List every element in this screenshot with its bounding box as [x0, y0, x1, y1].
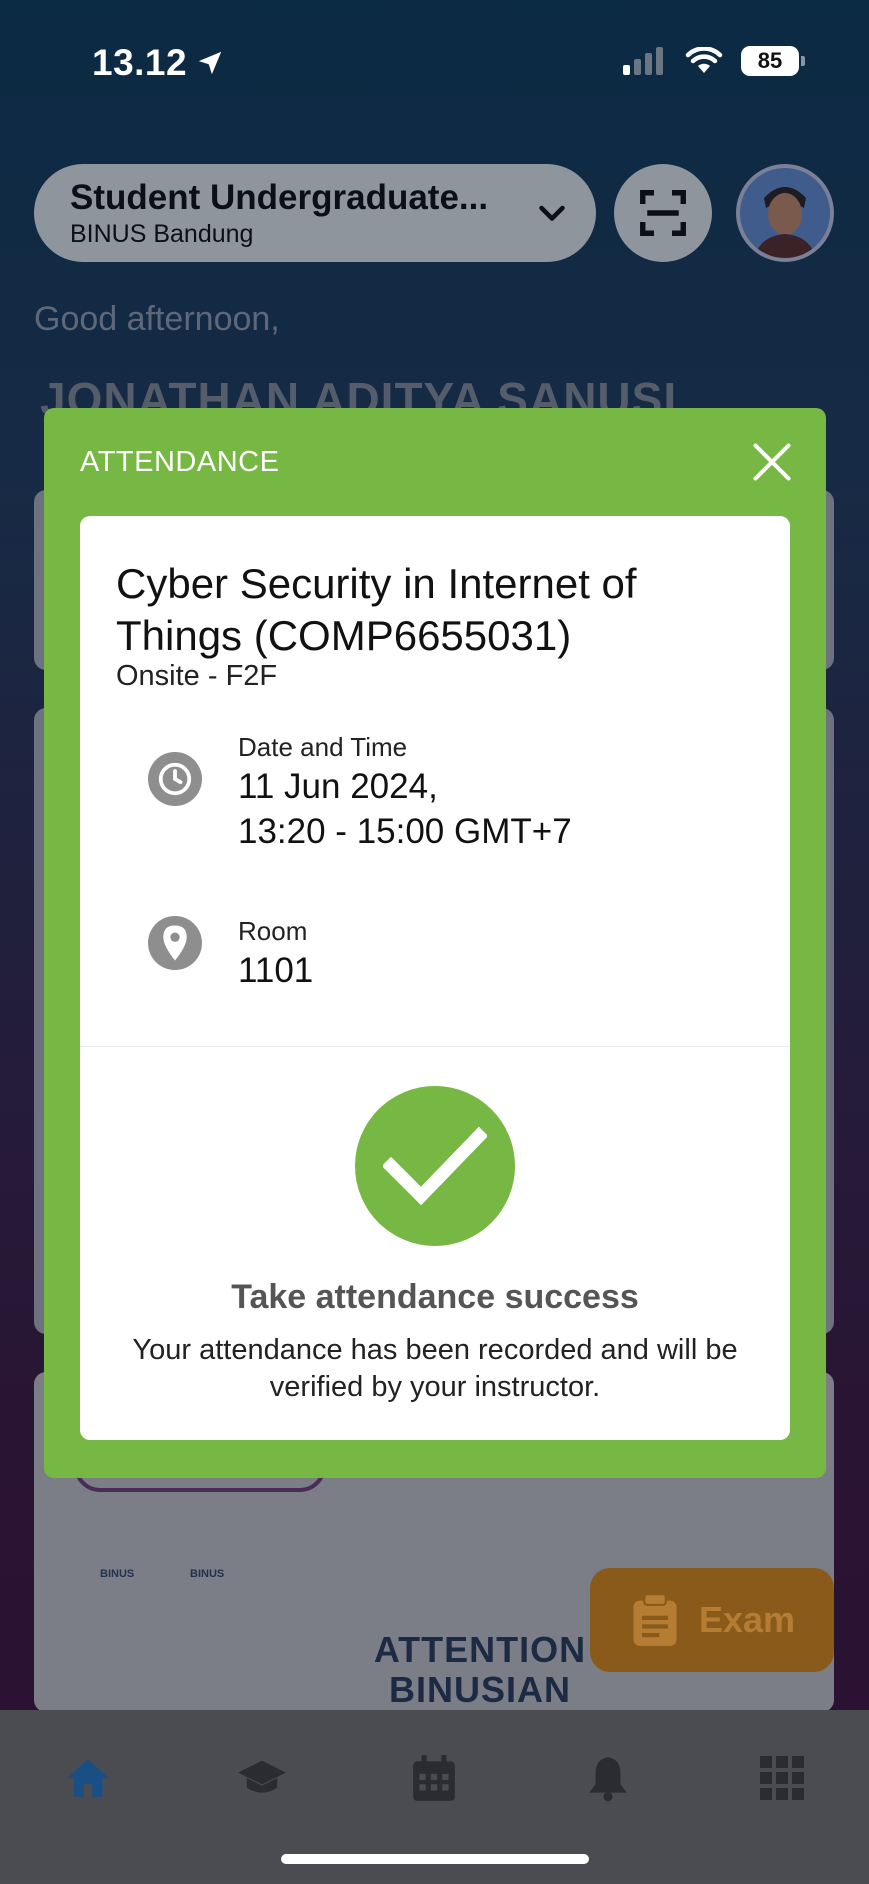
location-arrow-icon	[198, 51, 222, 75]
close-icon[interactable]	[750, 440, 794, 484]
graduation-cap-icon	[238, 1760, 286, 1793]
battery-indicator: 85	[741, 46, 805, 76]
home-icon	[67, 1759, 109, 1797]
datetime-date: 11 Jun 2024,	[238, 767, 438, 806]
map-pin-icon	[148, 916, 202, 970]
datetime-row: Date and Time 11 Jun 2024, 13:20 - 15:00…	[148, 732, 572, 853]
divider	[80, 1046, 790, 1047]
wifi-icon	[685, 47, 723, 73]
status-time: 13.12	[92, 42, 225, 84]
scan-icon	[640, 190, 686, 236]
profile-subtitle: BINUS Bandung	[70, 220, 254, 248]
exam-button[interactable]: Exam	[590, 1568, 834, 1672]
profile-title: Student Undergraduate...	[70, 178, 489, 217]
course-title: Cyber Security in Internet of Things (CO…	[116, 560, 637, 659]
success-check-icon	[355, 1086, 515, 1246]
logo-text: BINUS	[190, 1568, 225, 1580]
home-indicator[interactable]	[281, 1854, 589, 1864]
tab-home[interactable]	[58, 1748, 118, 1808]
grid-icon	[760, 1756, 804, 1800]
modal-content: Cyber Security in Internet of Things (CO…	[80, 516, 790, 1440]
logo-text: BINUS	[100, 1568, 135, 1580]
calendar-icon	[413, 1755, 455, 1801]
binus-library-logo: BINUS	[190, 1568, 224, 1580]
avatar[interactable]	[736, 164, 834, 262]
attendance-modal: ATTENDANCE Cyber Security in Internet of…	[44, 408, 826, 1478]
success-message: Your attendance has been recorded and wi…	[132, 1334, 738, 1404]
modal-title: ATTENDANCE	[80, 446, 280, 478]
tab-menu[interactable]	[752, 1748, 812, 1808]
clock-icon	[148, 752, 202, 806]
datetime-label: Date and Time	[238, 732, 408, 762]
course-mode: Onsite - F2F	[116, 660, 278, 692]
status-time-text: 13.12	[92, 42, 188, 83]
room-value: 1101	[238, 951, 314, 990]
cellular-signal-icon	[623, 47, 663, 75]
tab-notifications[interactable]	[578, 1748, 638, 1808]
bell-icon	[589, 1757, 627, 1802]
binus-logo: BINUS	[100, 1568, 134, 1580]
clipboard-icon	[633, 1593, 677, 1646]
greeting-text: Good afternoon,	[34, 300, 280, 338]
profile-switcher[interactable]: Student Undergraduate... BINUS Bandung	[34, 164, 596, 262]
room-label: Room	[238, 916, 308, 946]
datetime-time: 13:20 - 15:00 GMT+7	[238, 812, 572, 852]
tab-schedule[interactable]	[404, 1748, 464, 1808]
attention-line: BINUSIAN	[388, 1668, 571, 1710]
success-title: Take attendance success	[231, 1278, 639, 1316]
room-row: Room 1101	[148, 916, 313, 992]
battery-level: 85	[757, 48, 783, 73]
status-indicators: 85	[623, 46, 805, 76]
avatar-photo	[740, 168, 830, 258]
chevron-down-icon	[539, 205, 565, 221]
exam-button-label: Exam	[698, 1599, 796, 1640]
scan-qr-button[interactable]	[614, 164, 712, 262]
tab-courses[interactable]	[232, 1748, 292, 1808]
